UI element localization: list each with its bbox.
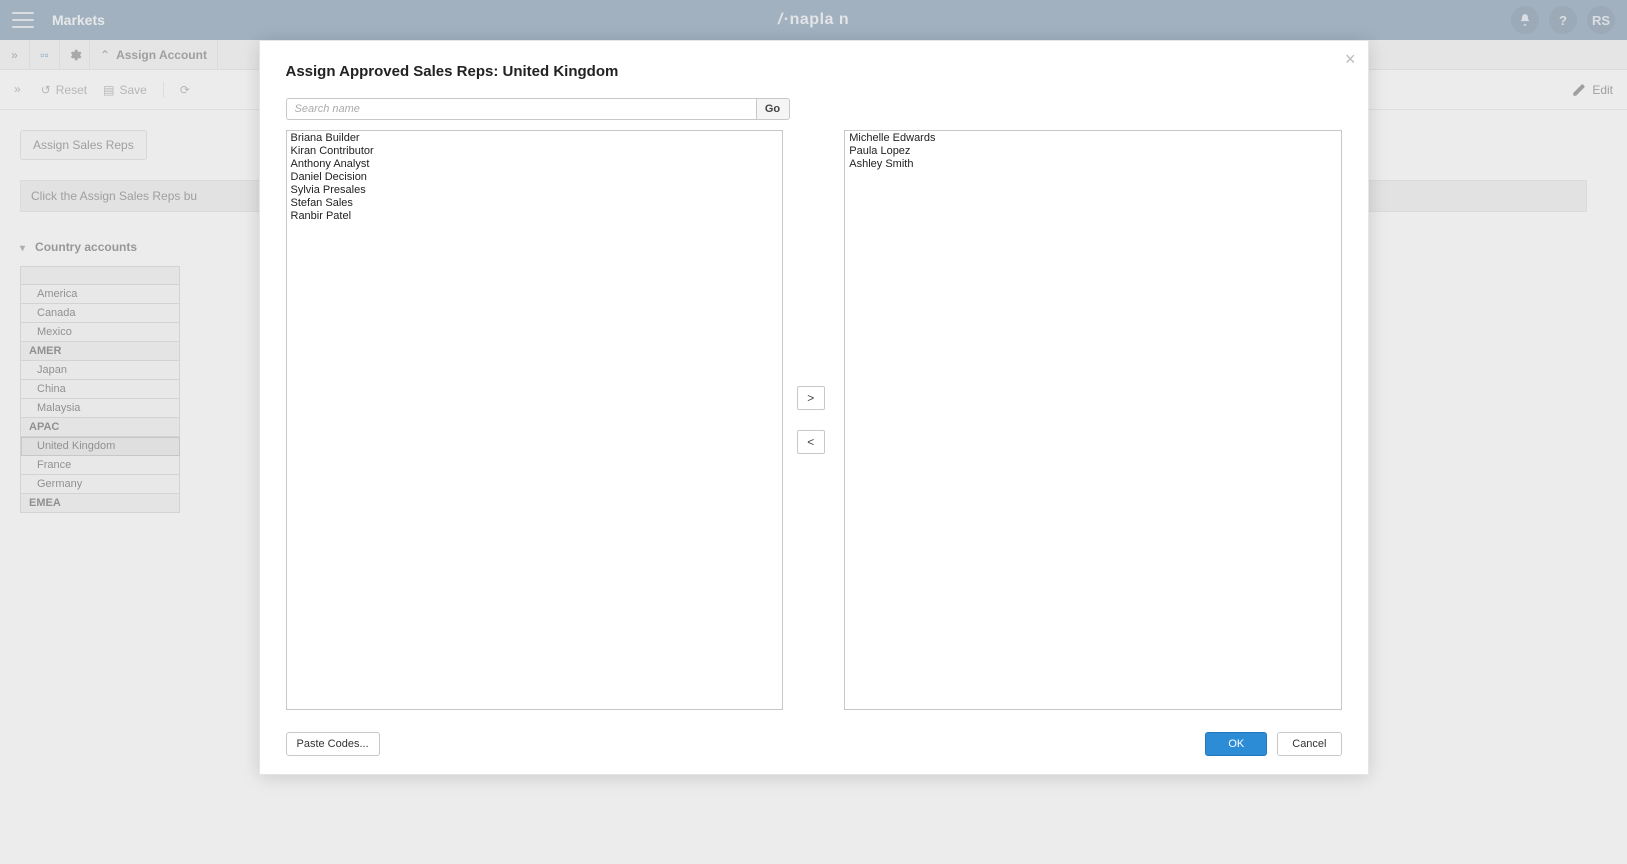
modal-overlay: × Assign Approved Sales Reps: United Kin…	[0, 0, 1627, 864]
list-item[interactable]: Sylvia Presales	[289, 184, 780, 197]
list-item[interactable]: Ashley Smith	[847, 158, 1338, 171]
list-item[interactable]: Daniel Decision	[289, 171, 780, 184]
paste-codes-button[interactable]: Paste Codes...	[286, 732, 380, 756]
list-item[interactable]: Anthony Analyst	[289, 158, 780, 171]
close-icon[interactable]: ×	[1345, 49, 1356, 70]
list-item[interactable]: Paula Lopez	[847, 145, 1338, 158]
move-left-button[interactable]: <	[797, 430, 825, 454]
search-row: Go	[286, 98, 790, 120]
move-right-button[interactable]: >	[797, 386, 825, 410]
list-item[interactable]: Stefan Sales	[289, 197, 780, 210]
modal-title: Assign Approved Sales Reps: United Kingd…	[286, 63, 1342, 80]
list-item[interactable]: Michelle Edwards	[847, 132, 1338, 145]
list-item[interactable]: Ranbir Patel	[289, 210, 780, 223]
assigned-list[interactable]: Michelle EdwardsPaula LopezAshley Smith	[844, 130, 1341, 710]
list-item[interactable]: Briana Builder	[289, 132, 780, 145]
move-buttons: > <	[797, 130, 831, 710]
search-input[interactable]	[286, 98, 756, 120]
cancel-button[interactable]: Cancel	[1277, 732, 1341, 756]
available-list[interactable]: Briana BuilderKiran ContributorAnthony A…	[286, 130, 783, 710]
go-button[interactable]: Go	[756, 98, 790, 120]
list-item[interactable]: Kiran Contributor	[289, 145, 780, 158]
assign-reps-modal: × Assign Approved Sales Reps: United Kin…	[259, 40, 1369, 775]
ok-button[interactable]: OK	[1205, 732, 1267, 756]
modal-footer: Paste Codes... OK Cancel	[286, 718, 1342, 756]
